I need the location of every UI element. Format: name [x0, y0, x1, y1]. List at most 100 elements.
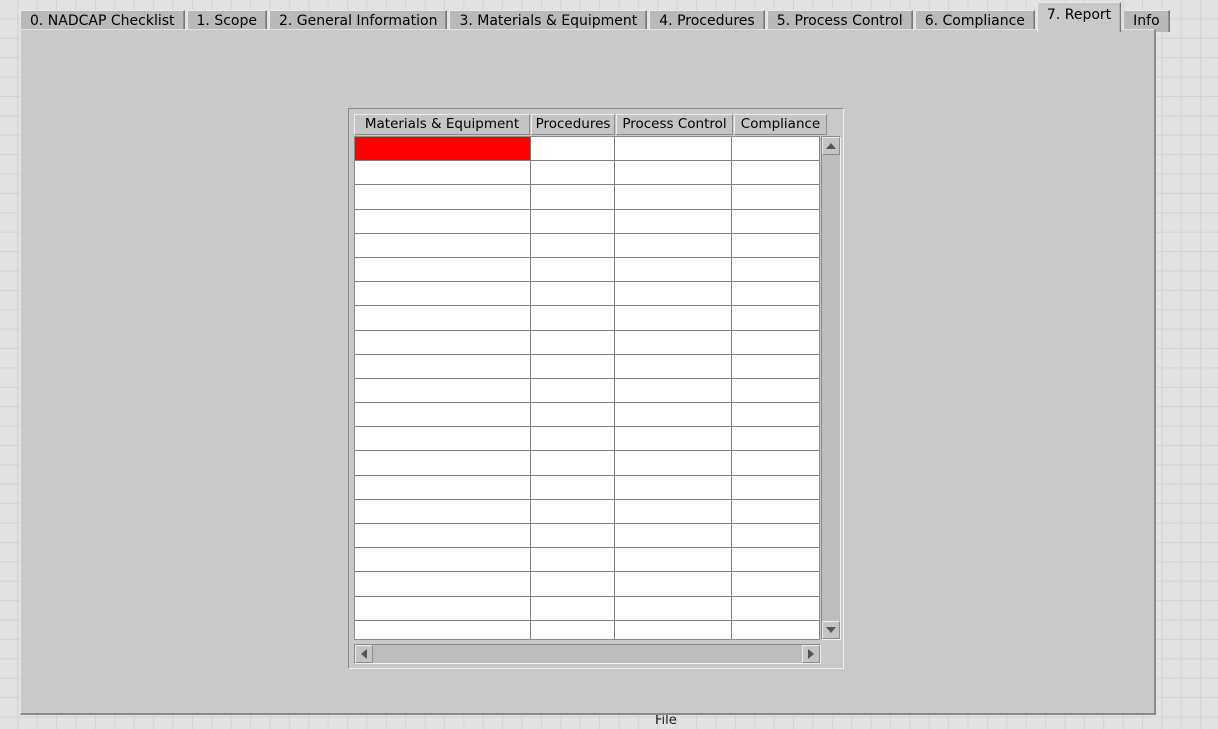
table-row[interactable]: [355, 596, 819, 621]
table-cell[interactable]: [615, 620, 732, 639]
table-cell[interactable]: [531, 378, 615, 403]
table-cell[interactable]: [355, 548, 531, 572]
table-row[interactable]: [355, 306, 819, 331]
table-cell[interactable]: [615, 257, 732, 282]
table-row[interactable]: [355, 524, 819, 549]
table-cell[interactable]: [355, 233, 531, 257]
table-cell[interactable]: [732, 306, 819, 329]
table-row[interactable]: [355, 354, 819, 379]
table-row[interactable]: [355, 548, 819, 573]
scroll-right-button[interactable]: [802, 645, 820, 663]
table-cell[interactable]: [615, 524, 732, 548]
table-cell[interactable]: [531, 451, 615, 475]
table-cell[interactable]: [355, 572, 531, 596]
table-cell[interactable]: [732, 427, 819, 450]
table-cell[interactable]: [355, 427, 531, 451]
menu-item-file[interactable]: File: [655, 714, 677, 728]
table-cell[interactable]: [355, 524, 531, 548]
table-cell[interactable]: [531, 282, 615, 306]
column-header-procedures[interactable]: Procedures: [531, 114, 615, 135]
table-cell[interactable]: [732, 137, 819, 160]
column-header-materials-equipment[interactable]: Materials & Equipment: [354, 114, 530, 135]
tab-strip[interactable]: 0. NADCAP Checklist 1. Scope 2. General In…: [20, 2, 1170, 32]
table-cell[interactable]: [732, 524, 819, 547]
table-row[interactable]: [355, 499, 819, 524]
table-cell[interactable]: [615, 233, 732, 257]
table-cell[interactable]: [355, 596, 531, 620]
table-cell[interactable]: [531, 572, 615, 596]
horizontal-scrollbar[interactable]: [354, 644, 821, 664]
table-cell[interactable]: [531, 403, 615, 427]
table-cell[interactable]: [355, 499, 531, 523]
table-cell[interactable]: [615, 403, 732, 427]
table-cell[interactable]: [531, 548, 615, 572]
table-row[interactable]: [355, 161, 819, 186]
table-cell[interactable]: [732, 597, 819, 620]
column-header-compliance[interactable]: Compliance: [734, 114, 827, 135]
horizontal-scrollbar-track[interactable]: [373, 645, 802, 663]
table-cell[interactable]: [732, 355, 819, 378]
table-row[interactable]: [355, 137, 819, 162]
table-cell[interactable]: [615, 137, 732, 161]
table-cell[interactable]: [615, 378, 732, 403]
table-cell[interactable]: [732, 500, 819, 523]
table-cell[interactable]: [732, 451, 819, 474]
table-cell[interactable]: [732, 621, 819, 639]
table-cell[interactable]: [355, 137, 531, 161]
table-cell[interactable]: [531, 427, 615, 451]
table-cell[interactable]: [615, 282, 732, 306]
table-cell[interactable]: [355, 161, 531, 185]
table-cell[interactable]: [531, 137, 615, 161]
table-cell[interactable]: [531, 185, 615, 209]
table-cell[interactable]: [531, 233, 615, 257]
table-cell[interactable]: [615, 209, 732, 233]
table-cell[interactable]: [732, 403, 819, 426]
tab-7-report[interactable]: 7. Report: [1036, 2, 1122, 32]
table-cell[interactable]: [732, 476, 819, 499]
table-cell[interactable]: [355, 330, 531, 354]
table-cell[interactable]: [355, 378, 531, 403]
vertical-scrollbar-track[interactable]: [822, 155, 840, 621]
table-row[interactable]: [355, 233, 819, 258]
table-cell[interactable]: [615, 427, 732, 451]
table-cell[interactable]: [732, 282, 819, 305]
table-row[interactable]: [355, 475, 819, 500]
table-cell[interactable]: [355, 620, 531, 639]
scroll-down-button[interactable]: [822, 621, 840, 639]
table-row[interactable]: [355, 451, 819, 476]
table-cell[interactable]: [732, 234, 819, 257]
table-cell[interactable]: [615, 572, 732, 596]
table-cell[interactable]: [615, 475, 732, 499]
table-cell[interactable]: [355, 451, 531, 475]
table-cell[interactable]: [355, 306, 531, 330]
table-cell[interactable]: [732, 331, 819, 354]
table-cell[interactable]: [615, 161, 732, 185]
table-row[interactable]: [355, 257, 819, 283]
scroll-up-button[interactable]: [822, 137, 840, 155]
table-cell[interactable]: [615, 306, 732, 330]
table-cell[interactable]: [615, 185, 732, 209]
table-cell[interactable]: [355, 185, 531, 209]
table-cell[interactable]: [355, 475, 531, 499]
table-cell[interactable]: [531, 499, 615, 523]
scroll-left-button[interactable]: [355, 645, 373, 663]
table-row[interactable]: [355, 378, 819, 404]
table-cell[interactable]: [732, 185, 819, 208]
table-cell[interactable]: [531, 209, 615, 233]
table-cell[interactable]: [355, 209, 531, 233]
table-cell[interactable]: [531, 620, 615, 639]
table-cell[interactable]: [732, 210, 819, 233]
table-cell[interactable]: [732, 572, 819, 595]
table-body[interactable]: [354, 136, 820, 640]
table-cell[interactable]: [615, 499, 732, 523]
table-cell[interactable]: [531, 330, 615, 354]
table-cell[interactable]: [615, 330, 732, 354]
table-cell[interactable]: [355, 403, 531, 427]
table-cell[interactable]: [615, 354, 732, 378]
table-cell[interactable]: [531, 475, 615, 499]
table-row[interactable]: [355, 282, 819, 307]
table-cell[interactable]: [615, 596, 732, 620]
report-table[interactable]: Materials & Equipment Procedures Process C…: [348, 108, 844, 669]
table-cell[interactable]: [531, 306, 615, 330]
table-cell[interactable]: [531, 596, 615, 620]
